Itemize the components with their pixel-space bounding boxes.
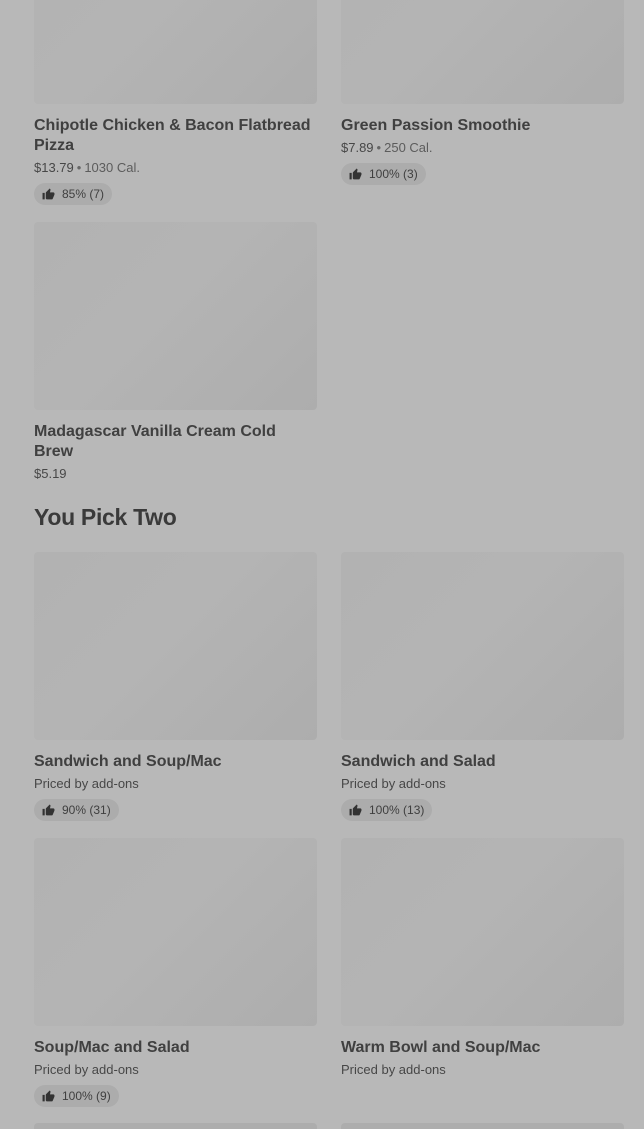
menu-item-card[interactable]: Green Passion Smoothie $7.89 • 250 Cal. 10… xyxy=(341,0,624,186)
item-image xyxy=(341,552,624,740)
rating-text: 100% (13) xyxy=(369,803,425,817)
item-price-calories: $5.19 xyxy=(34,465,317,483)
rating-badge: 100% (9) xyxy=(34,1085,119,1107)
item-calories: 1030 Cal. xyxy=(84,160,140,175)
menu-item-card[interactable]: Chipotle Chicken & Bacon Flatbread Pizza… xyxy=(34,0,317,206)
item-price: Priced by add-ons xyxy=(34,776,139,791)
separator: • xyxy=(376,140,382,155)
thumbs-up-icon xyxy=(349,168,362,179)
item-name: Sandwich and Soup/Mac xyxy=(34,753,222,770)
rating-badge: 85% (7) xyxy=(34,183,113,205)
rating-text: 100% (3) xyxy=(369,167,418,181)
item-image xyxy=(341,838,624,1026)
item-price: $7.89 xyxy=(341,140,374,155)
menu-item-card[interactable]: Warm Bowl and Soup/Mac Priced by add-ons xyxy=(341,838,624,1079)
item-name: Madagascar Vanilla Cream Cold Brew xyxy=(34,423,276,460)
thumbs-up-icon xyxy=(349,804,362,815)
item-image xyxy=(34,838,317,1026)
section-title: You Pick Two xyxy=(34,504,177,530)
item-image xyxy=(341,0,624,104)
rating-badge: 100% (3) xyxy=(341,163,426,185)
item-image xyxy=(34,0,317,104)
menu-item-card[interactable]: Soup/Mac and Salad Priced by add-ons 100… xyxy=(34,838,317,1108)
rating-badge: 90% (31) xyxy=(34,799,119,821)
thumbs-up-icon xyxy=(42,804,55,815)
item-name: Chipotle Chicken & Bacon Flatbread Pizza xyxy=(34,117,311,154)
rating-badge: 100% (13) xyxy=(341,799,433,821)
thumbs-up-icon xyxy=(42,1090,55,1101)
item-price: Priced by add-ons xyxy=(341,1062,446,1077)
item-price-calories: $13.79 • 1030 Cal. xyxy=(34,159,317,177)
rating-text: 90% (31) xyxy=(62,803,111,817)
rating-text: 85% (7) xyxy=(62,187,105,201)
menu-item-card-peek[interactable] xyxy=(341,1123,624,1129)
item-calories: 250 Cal. xyxy=(384,140,433,155)
item-price: Priced by add-ons xyxy=(341,776,446,791)
item-image xyxy=(34,552,317,740)
item-name: Green Passion Smoothie xyxy=(341,117,531,134)
item-name: Sandwich and Salad xyxy=(341,753,496,770)
rating-text: 100% (9) xyxy=(62,1089,111,1103)
menu-item-card-peek[interactable] xyxy=(34,1123,317,1129)
item-name: Soup/Mac and Salad xyxy=(34,1039,190,1056)
item-price: $13.79 xyxy=(34,160,74,175)
item-image xyxy=(34,222,317,410)
item-price: Priced by add-ons xyxy=(34,1062,139,1077)
item-name: Warm Bowl and Soup/Mac xyxy=(341,1039,541,1056)
separator: • xyxy=(76,160,82,175)
thumbs-up-icon xyxy=(42,188,55,199)
item-price: $5.19 xyxy=(34,466,67,481)
item-price-calories: $7.89 • 250 Cal. xyxy=(341,139,624,157)
menu-item-card[interactable]: Madagascar Vanilla Cream Cold Brew $5.19 xyxy=(34,222,317,483)
menu-item-card[interactable]: Sandwich and Salad Priced by add-ons 100… xyxy=(341,552,624,822)
menu-item-card[interactable]: Sandwich and Soup/Mac Priced by add-ons … xyxy=(34,552,317,822)
